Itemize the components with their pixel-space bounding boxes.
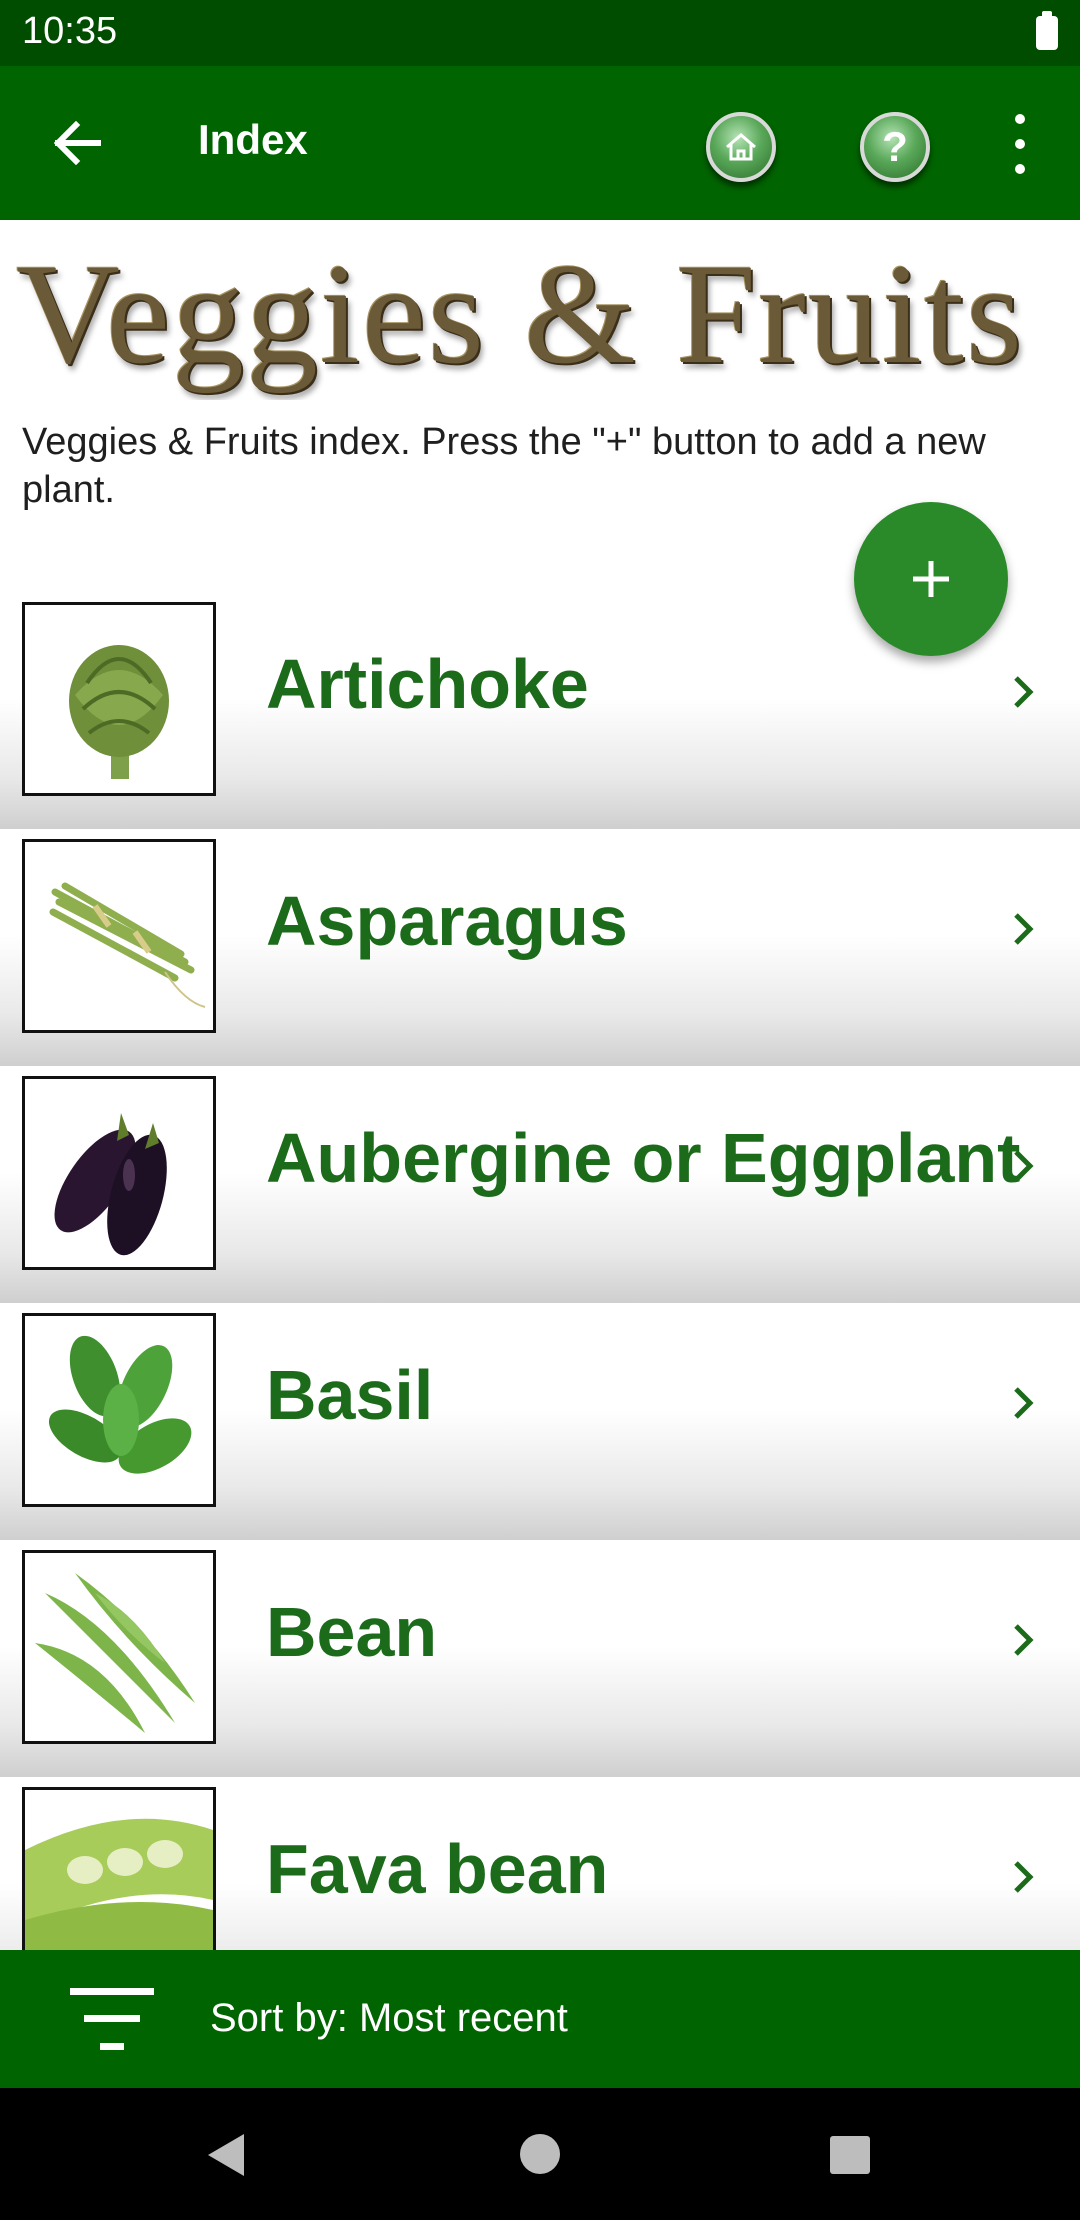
list-item[interactable]: Basil [0,1303,1080,1540]
item-label: Artichoke [266,645,589,723]
help-button[interactable]: ? [860,112,930,182]
plant-list: Artichoke Asparagus Aubergine or Eggplan… [0,592,1080,2014]
veggies-fruits-banner: Veggies & Fruits [16,235,1025,394]
item-label: Bean [266,1593,438,1671]
status-bar: 10:35 [0,0,1080,66]
list-item[interactable]: Aubergine or Eggplant [0,1066,1080,1303]
eggplant-thumbnail [22,1076,216,1270]
chevron-right-icon [1014,1150,1034,1182]
more-dot-icon [1015,114,1025,124]
artichoke-thumbnail [22,602,216,796]
battery-icon [1036,11,1058,50]
chevron-right-icon [1014,1624,1034,1656]
list-item[interactable]: Asparagus [0,829,1080,1066]
index-description: Veggies & Fruits index. Press the "+" bu… [22,421,986,511]
chevron-right-icon [1014,1861,1034,1893]
question-mark-icon: ? [882,123,908,170]
list-item[interactable]: Bean [0,1540,1080,1777]
nav-back-button[interactable] [204,2132,248,2178]
item-label: Fava bean [266,1830,609,1908]
asparagus-thumbnail [22,839,216,1033]
home-icon [726,133,756,161]
chevron-right-icon [1014,676,1034,708]
app-title: Index [198,116,308,163]
more-dot-icon [1015,164,1025,174]
sort-bar[interactable]: Sort by: Most recent [0,1950,1080,2088]
more-dot-icon [1015,139,1025,149]
nav-home-button[interactable] [518,2132,562,2176]
app-bar: Index ? [0,66,1080,220]
basil-thumbnail [22,1313,216,1507]
chevron-right-icon [1014,913,1034,945]
item-label: Aubergine or Eggplant [266,1119,1021,1197]
nav-recents-button[interactable] [828,2134,872,2176]
chevron-right-icon [1014,1387,1034,1419]
more-options-button[interactable] [1000,114,1040,174]
home-button[interactable] [706,112,776,182]
back-button[interactable] [40,106,114,180]
bean-thumbnail [22,1550,216,1744]
navigation-bar [0,2088,1080,2220]
add-plant-button[interactable] [854,502,1008,656]
plus-icon [913,561,949,597]
arrow-left-icon [53,121,101,165]
item-label: Asparagus [266,882,628,960]
sort-label: Sort by: Most recent [210,1996,568,2040]
filter-sort-icon [70,1988,154,2050]
status-time: 10:35 [22,10,118,52]
item-label: Basil [266,1356,434,1434]
